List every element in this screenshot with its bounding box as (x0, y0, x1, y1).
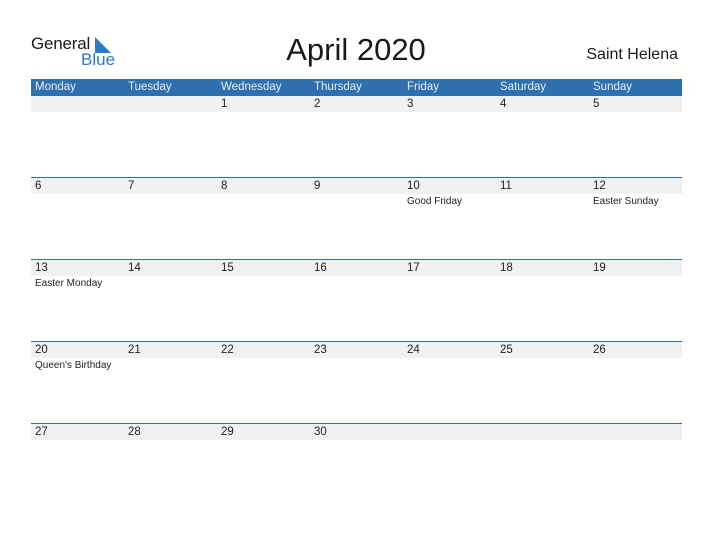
holiday-label (31, 194, 124, 207)
date-row: 1 2 3 4 5 (31, 96, 682, 112)
weeks-container: 1 2 3 4 5 6 7 8 9 10 11 12 Good Friday Easter Sunday 1… (31, 96, 682, 505)
holiday-label (217, 194, 310, 207)
day-number: 4 (500, 98, 507, 110)
day-number (403, 424, 496, 440)
weekday-saturday: Saturday (500, 81, 547, 93)
holiday-label (124, 276, 217, 289)
holiday-label (496, 276, 589, 289)
day-number (589, 424, 682, 440)
holiday-label (403, 276, 496, 289)
holiday-label (217, 358, 310, 371)
day-number: 30 (314, 426, 327, 438)
weekday-sunday: Sunday (593, 81, 633, 93)
holiday-label (403, 112, 496, 114)
day-number (31, 96, 124, 112)
holiday-label (310, 276, 403, 289)
event-row: Queen's Birthday (31, 358, 682, 371)
day-number: 20 (35, 344, 48, 356)
day-number: 21 (128, 344, 141, 356)
day-number: 19 (593, 262, 606, 274)
date-row: 6 7 8 9 10 11 12 (31, 178, 682, 194)
event-row (31, 112, 682, 114)
day-number (124, 96, 217, 112)
day-number: 22 (221, 344, 234, 356)
day-number: 1 (221, 98, 228, 110)
day-number: 24 (407, 344, 420, 356)
day-number: 10 (407, 180, 420, 192)
day-number: 14 (128, 262, 141, 274)
holiday-label (310, 440, 403, 442)
weekday-thursday: Thursday (314, 81, 362, 93)
day-number: 25 (500, 344, 513, 356)
day-number: 27 (35, 426, 48, 438)
holiday-label: Queen's Birthday (35, 360, 112, 371)
day-number: 11 (500, 180, 512, 192)
week-row: 13 14 15 16 17 18 19 Easter Monday (31, 259, 682, 341)
day-number: 7 (128, 180, 135, 192)
holiday-label (403, 440, 496, 442)
day-number: 5 (593, 98, 600, 110)
day-number: 28 (128, 426, 141, 438)
holiday-label (31, 112, 124, 114)
event-row: Easter Monday (31, 276, 682, 289)
holiday-label (403, 358, 496, 371)
day-number: 17 (407, 262, 420, 274)
day-number: 8 (221, 180, 228, 192)
holiday-label (589, 112, 682, 114)
event-row (31, 440, 682, 442)
day-number (496, 424, 589, 440)
day-number: 12 (593, 180, 606, 192)
holiday-label (124, 112, 217, 114)
holiday-label (31, 440, 124, 442)
week-row: 6 7 8 9 10 11 12 Good Friday Easter Sunday (31, 177, 682, 259)
holiday-label: Good Friday (407, 196, 463, 207)
day-number: 6 (35, 180, 42, 192)
holiday-label (496, 194, 589, 207)
holiday-label (310, 194, 403, 207)
date-row: 20 21 22 23 24 25 26 (31, 342, 682, 358)
day-number: 18 (500, 262, 513, 274)
week-row: 20 21 22 23 24 25 26 Queen's Birthday (31, 341, 682, 423)
week-row: 27 28 29 30 (31, 423, 682, 505)
day-number: 15 (221, 262, 234, 274)
holiday-label (310, 358, 403, 371)
date-row: 13 14 15 16 17 18 19 (31, 260, 682, 276)
holiday-label (217, 276, 310, 289)
day-number: 29 (221, 426, 234, 438)
holiday-label (124, 440, 217, 442)
week-row: 1 2 3 4 5 (31, 96, 682, 177)
day-number: 13 (35, 262, 48, 274)
holiday-label (124, 194, 217, 207)
holiday-label (496, 112, 589, 114)
weekday-friday: Friday (407, 81, 439, 93)
holiday-label (217, 112, 310, 114)
holiday-label: Easter Monday (35, 278, 103, 289)
date-row: 27 28 29 30 (31, 424, 682, 440)
country-label: Saint Helena (586, 46, 678, 63)
calendar-grid: Monday Tuesday Wednesday Thursday Friday… (31, 79, 682, 505)
holiday-label (589, 358, 682, 371)
day-number: 16 (314, 262, 327, 274)
weekday-header: Monday Tuesday Wednesday Thursday Friday… (31, 79, 682, 96)
holiday-label (496, 358, 589, 371)
day-number: 26 (593, 344, 606, 356)
day-number: 9 (314, 180, 321, 192)
holiday-label: Easter Sunday (593, 196, 659, 207)
weekday-tuesday: Tuesday (128, 81, 172, 93)
weekday-monday: Monday (35, 81, 76, 93)
holiday-label (124, 358, 217, 371)
holiday-label (496, 440, 589, 442)
day-number: 23 (314, 344, 327, 356)
holiday-label (589, 440, 682, 442)
holiday-label (589, 276, 682, 289)
event-row: Good Friday Easter Sunday (31, 194, 682, 207)
holiday-label (217, 440, 310, 442)
holiday-label (310, 112, 403, 114)
weekday-wednesday: Wednesday (221, 81, 282, 93)
day-number: 3 (407, 98, 414, 110)
day-number: 2 (314, 98, 321, 110)
